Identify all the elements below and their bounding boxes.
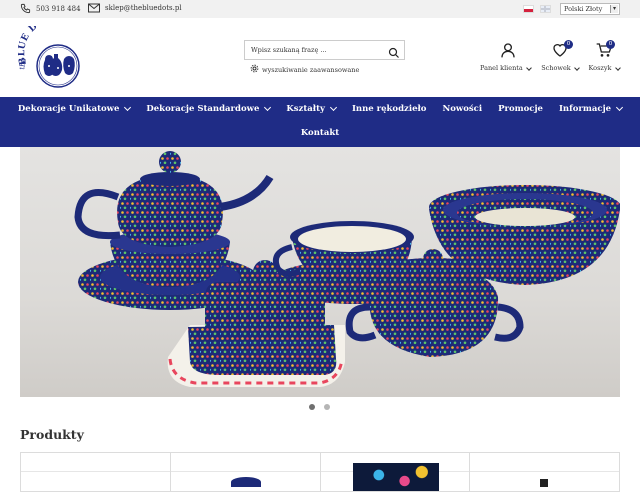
product-thumbnail [352,463,439,491]
search-icon[interactable] [388,44,400,58]
wishlist-button[interactable]: 0 Schowek [540,40,580,72]
site-logo[interactable]: BLUE DOTS the [17,14,96,90]
email-address[interactable]: sklep@thebluedots.pl [105,4,182,12]
chevron-down-icon [264,103,272,112]
products-heading: Produkty [20,427,84,442]
chevron-down-icon [329,103,337,112]
nav-label: Nowości [442,104,483,114]
hero-slide-image[interactable] [20,147,620,397]
svg-text:the: the [18,58,28,71]
main-navigation: Dekoracje Unikatowe Dekoracje Standardow… [0,97,640,147]
account-label: Panel klienta [480,64,523,72]
search-input[interactable] [245,41,385,59]
nav-label: Dekoracje Standardowe [146,104,260,114]
slider-pagination [309,404,330,410]
top-bar: 503 918 484 sklep@thebluedots.pl Polski … [0,0,640,18]
nav-label: Kształty [286,104,325,114]
nav-label: Inne rękodzieło [351,104,427,114]
slider-dot-1[interactable] [309,404,315,410]
gear-icon [250,64,259,75]
chevron-down-icon: ▾ [610,5,618,13]
chevron-down-icon [616,103,624,112]
chevron-down-icon [614,65,621,71]
nav-item-ksztalty[interactable]: Kształty [278,102,344,116]
product-card[interactable] [169,452,320,492]
user-icon [488,42,528,58]
chevron-down-icon [124,103,132,112]
product-grid [20,452,620,492]
advanced-search-label: wyszukiwanie zaawansowane [262,65,360,74]
nav-item-dekoracje-standardowe[interactable]: Dekoracje Standardowe [138,102,278,116]
cart-icon [584,42,624,58]
flag-en-icon[interactable] [540,5,551,13]
currency-select[interactable]: Polski Złoty ▾ [560,3,620,15]
advanced-search-link[interactable]: wyszukiwanie zaawansowane [250,64,359,75]
nav-label: Kontakt [300,128,340,138]
nav-label: Promocje [498,104,543,114]
cart-label: Koszyk [588,64,612,72]
slider-dot-2[interactable] [324,404,330,410]
currency-value: Polski Złoty [564,5,603,13]
product-card[interactable] [469,452,620,492]
wishlist-label: Schowek [541,64,571,72]
nav-item-promocje[interactable]: Promocje [490,102,551,116]
chevron-down-icon [526,65,532,71]
nav-item-nowosci[interactable]: Nowości [434,102,490,116]
nav-item-dekoracje-unikatowe[interactable]: Dekoracje Unikatowe [10,102,138,116]
nav-item-kontakt[interactable]: Kontakt [293,126,347,140]
phone-contact[interactable]: 503 918 484 [20,3,81,14]
phone-number[interactable]: 503 918 484 [36,5,81,13]
nav-label: Informacje [558,104,612,114]
flag-pl-icon[interactable] [523,5,534,13]
phone-icon [20,3,31,14]
wishlist-count-badge: 0 [564,40,573,49]
nav-item-informacje[interactable]: Informacje [551,102,630,116]
nav-item-inne-rekodzielo[interactable]: Inne rękodzieło [344,102,435,116]
account-button[interactable]: Panel klienta [480,42,532,72]
product-thumbnail [540,479,549,487]
heart-icon [540,42,580,58]
nav-label: Dekoracje Unikatowe [17,104,120,114]
product-thumbnail [230,477,261,487]
search-box [244,40,405,60]
product-card[interactable] [319,452,470,492]
email-contact[interactable]: sklep@thebluedots.pl [88,3,182,13]
product-card[interactable] [20,452,170,492]
mail-icon [88,3,100,13]
cart-count-badge: 0 [606,40,615,49]
chevron-down-icon [573,65,580,71]
cart-button[interactable]: 0 Koszyk [584,40,624,72]
